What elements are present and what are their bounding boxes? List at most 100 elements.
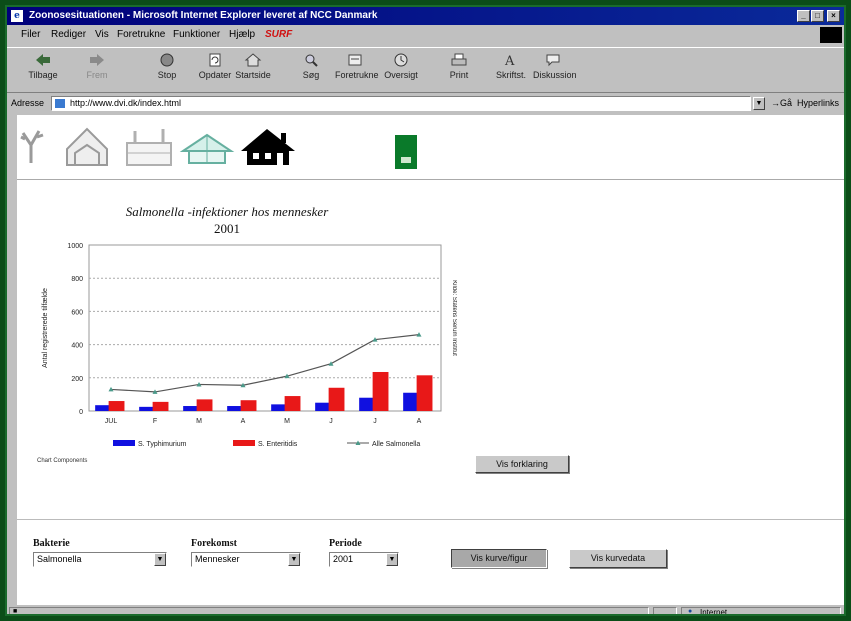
status-main-cell: ■ xyxy=(9,607,649,615)
chevron-down-icon[interactable]: ▼ xyxy=(386,553,398,566)
favorites-label: Foretrukne xyxy=(335,70,379,80)
bar-s-enteritidis xyxy=(108,401,125,411)
history-label: Oversigt xyxy=(384,70,418,80)
address-dropdown-button[interactable]: ▼ xyxy=(753,97,765,110)
status-zone-cell: ● Internet xyxy=(681,607,841,614)
page-icon xyxy=(55,99,65,108)
header-icons-svg xyxy=(20,127,417,169)
legend-swatch xyxy=(233,440,255,446)
show-curve-button[interactable]: Vis kurve/figur xyxy=(451,549,547,568)
address-field[interactable]: http://www.dvi.dk/index.html xyxy=(51,96,751,111)
legend-label: Alle Salmonella xyxy=(372,441,420,448)
chart-title-line1: Salmonella -infektioner hos mennesker xyxy=(125,204,329,219)
greenhouse-icon[interactable] xyxy=(179,133,235,164)
refresh-label: Opdater xyxy=(198,70,232,80)
bar-s-enteritidis xyxy=(284,396,301,411)
chart-title-line2: 2001 xyxy=(214,221,240,236)
print-icon xyxy=(451,53,467,66)
menu-favorites[interactable]: Foretrukne xyxy=(117,29,165,40)
y-tick-label: 200 xyxy=(71,376,83,383)
bacteria-label: Bakterie xyxy=(33,538,70,549)
browser-window: e Zoonosesituationen - Microsoft Interne… xyxy=(5,5,846,616)
period-select[interactable]: 2001 ▼ xyxy=(329,552,399,567)
discuss-icon xyxy=(546,54,560,67)
x-tick-label: J xyxy=(329,418,333,425)
print-button[interactable]: Print xyxy=(439,52,479,80)
period-value: 2001 xyxy=(333,554,354,564)
source-label: Kilde: Statens Serum Institut xyxy=(451,280,457,356)
bacteria-select[interactable]: Salmonella ▼ xyxy=(33,552,167,567)
salmonella-chart: 0 200 400 600 800 1000 Antal registrerede tilf… xyxy=(42,243,457,448)
bacteria-value: Salmonella xyxy=(37,554,82,564)
period-label: Periode xyxy=(329,538,362,549)
status-bar: ■ ● Internet xyxy=(7,606,844,615)
maximize-button[interactable]: □ xyxy=(811,10,824,22)
legend-label: S. Typhimurium xyxy=(138,441,187,448)
page-content: Salmonella -infektioner hos mennesker 20… xyxy=(17,115,844,605)
font-button[interactable]: A Skriftst. xyxy=(491,52,531,80)
home-label: Startside xyxy=(235,70,271,80)
menu-edit[interactable]: Rediger xyxy=(51,29,86,40)
menu-surf[interactable]: SURF xyxy=(265,29,292,40)
barn-icon[interactable] xyxy=(66,127,108,166)
menu-view[interactable]: Vis xyxy=(95,29,109,40)
stop-label: Stop xyxy=(157,70,177,80)
forward-label: Frem xyxy=(86,70,108,80)
favorites-button[interactable]: Foretrukne xyxy=(335,52,379,80)
minimize-button[interactable]: _ xyxy=(797,10,810,22)
bar-s-enteritidis xyxy=(328,387,345,411)
y-tick-label: 400 xyxy=(71,343,83,350)
header-icons xyxy=(17,115,844,177)
y-tick-label: 1000 xyxy=(67,243,83,250)
discuss-button[interactable]: Diskussion xyxy=(533,52,577,80)
font-label: Skriftst. xyxy=(495,70,526,80)
back-label: Tilbage xyxy=(28,70,58,80)
occurrence-label: Forekomst xyxy=(191,538,237,549)
chevron-down-icon[interactable]: ▼ xyxy=(154,553,166,566)
menu-help[interactable]: Hjælp xyxy=(229,29,255,40)
title-bar: e Zoonosesituationen - Microsoft Interne… xyxy=(7,7,844,25)
x-tick-label: A xyxy=(241,418,246,425)
menu-bar: Filer Rediger Vis Foretrukne Funktioner … xyxy=(7,25,844,45)
go-button[interactable]: →Gå xyxy=(771,98,792,108)
x-tick-label: M xyxy=(284,418,290,425)
menu-file[interactable]: Filer xyxy=(21,29,40,40)
bar-s-enteritidis xyxy=(196,399,213,411)
x-tick-label: F xyxy=(153,418,157,425)
forward-button[interactable]: Frem xyxy=(77,52,117,80)
search-button[interactable]: Søg xyxy=(291,52,331,80)
chart-source-note: Chart Components xyxy=(37,458,88,464)
address-url: http://www.dvi.dk/index.html xyxy=(70,98,182,108)
occurrence-select[interactable]: Mennesker ▼ xyxy=(191,552,301,567)
links-button[interactable]: Hyperlinks xyxy=(797,98,839,108)
house-icon[interactable] xyxy=(241,129,295,165)
animal-icon[interactable] xyxy=(20,130,44,163)
stop-icon xyxy=(160,53,174,67)
x-tick-label: J xyxy=(373,418,377,425)
close-button[interactable]: × xyxy=(827,10,840,22)
bar-s-enteritidis xyxy=(152,401,169,411)
stop-button[interactable]: Stop xyxy=(147,52,187,80)
show-data-button[interactable]: Vis kurvedata xyxy=(569,549,667,568)
search-label: Søg xyxy=(302,70,320,80)
svg-text:A: A xyxy=(504,54,515,68)
home-button[interactable]: Startside xyxy=(233,52,273,80)
logo-icon[interactable] xyxy=(395,135,417,169)
back-button[interactable]: Tilbage xyxy=(23,52,63,80)
show-explanation-button[interactable]: Vis forklaring xyxy=(475,455,569,473)
menu-tools[interactable]: Funktioner xyxy=(173,29,220,40)
y-tick-label: 600 xyxy=(71,309,83,316)
chevron-down-icon[interactable]: ▼ xyxy=(288,553,300,566)
search-icon xyxy=(305,54,318,67)
page-status-icon: ■ xyxy=(13,608,18,615)
farm-icon[interactable] xyxy=(126,129,172,166)
header-divider xyxy=(17,179,844,180)
refresh-button[interactable]: Opdater xyxy=(195,52,235,80)
history-button[interactable]: Oversigt xyxy=(381,52,421,80)
chart-title: Salmonella -infektioner hos mennesker 20… xyxy=(57,203,397,237)
ie-throbber xyxy=(820,27,842,43)
toolbar: Tilbage Frem Stop Opdater Startside Søg … xyxy=(7,47,844,93)
ie-icon: e xyxy=(11,10,23,22)
back-arrow-icon xyxy=(36,54,50,66)
x-tick-label: M xyxy=(196,418,202,425)
